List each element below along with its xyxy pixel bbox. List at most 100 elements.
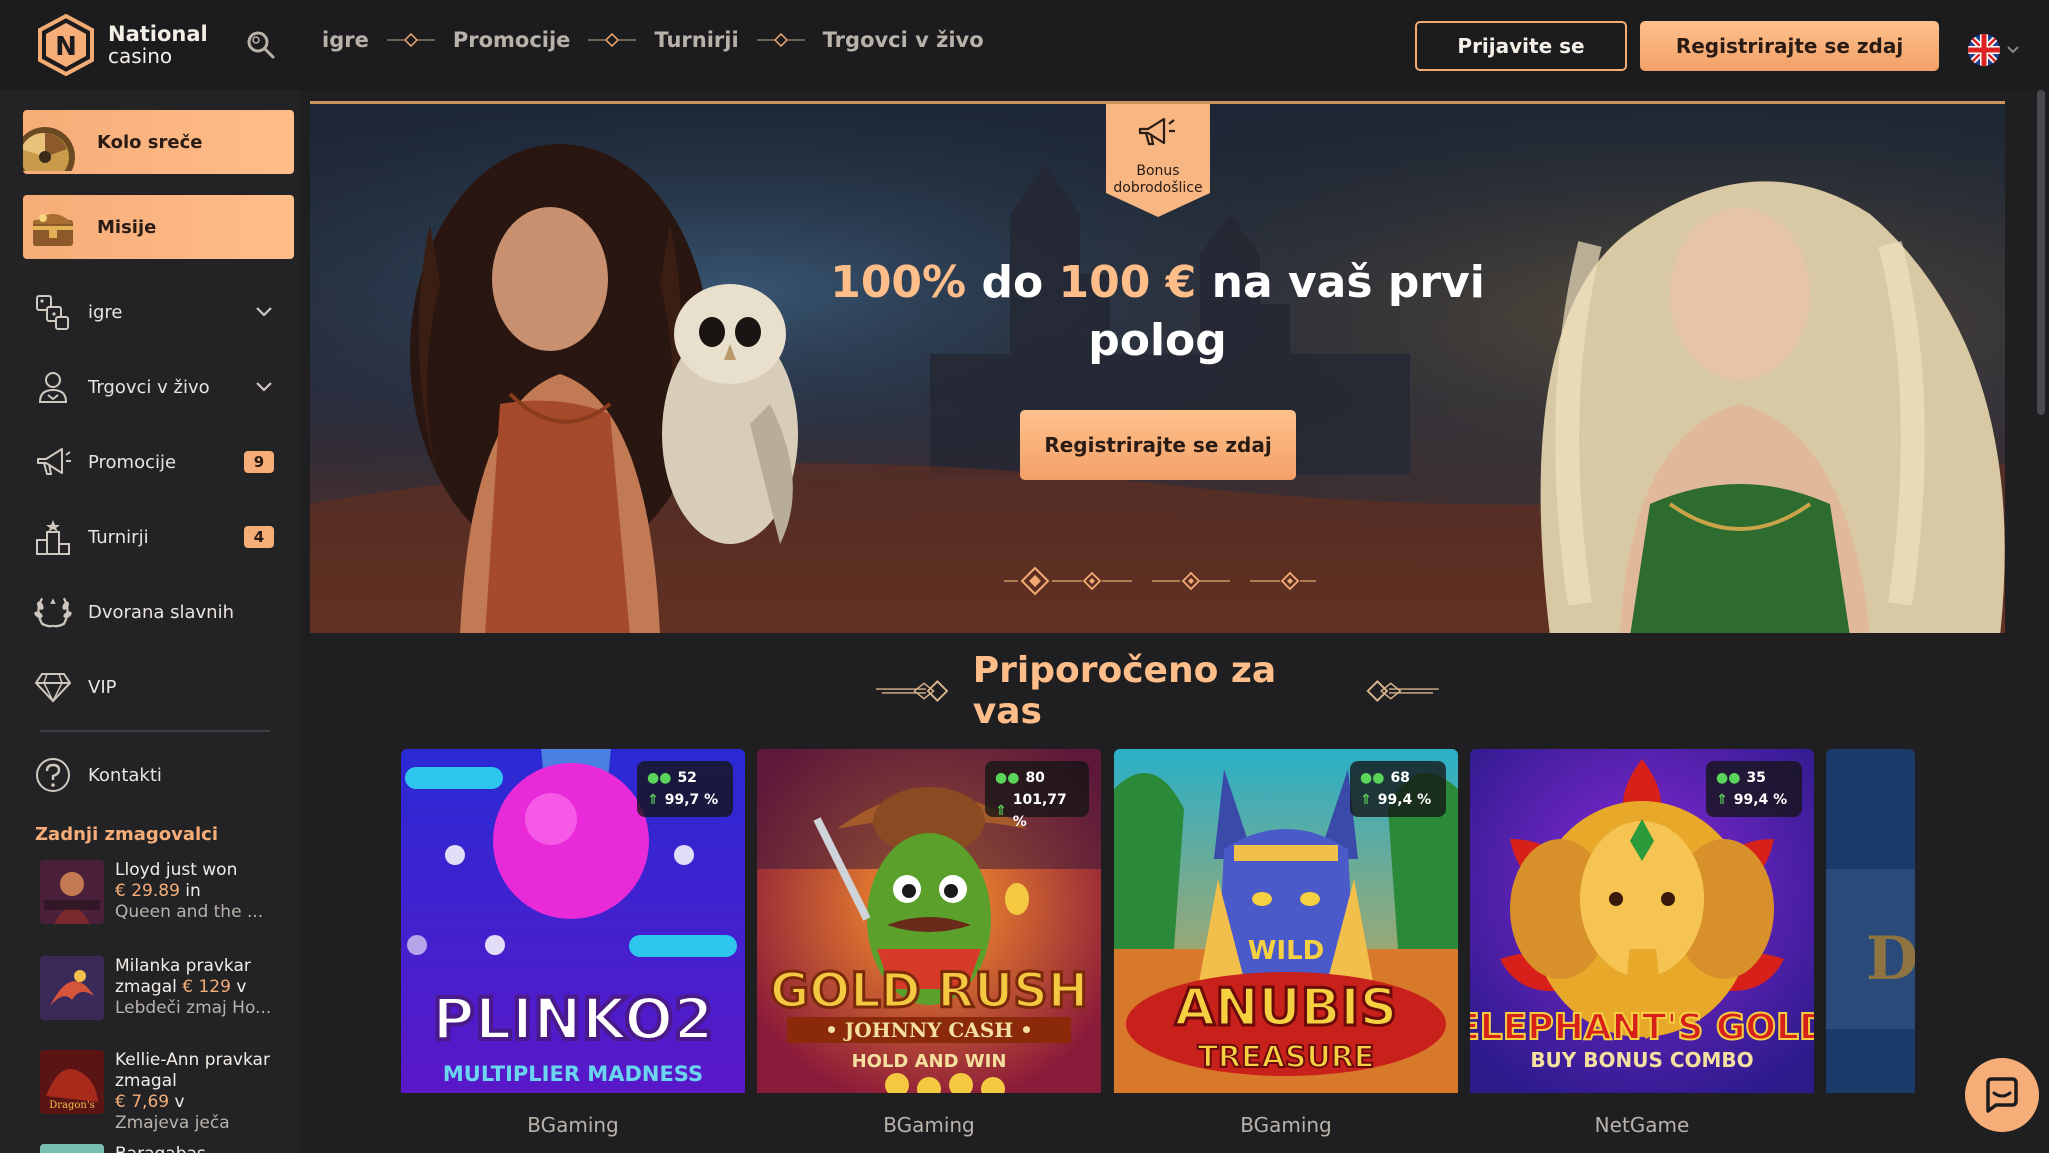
banner-register-button[interactable]: Registrirajte se zdaj — [1020, 410, 1296, 480]
sidebar-item-label: Promocije — [88, 451, 177, 473]
promotions-count-badge: 9 — [244, 451, 274, 473]
games-icon — [33, 292, 73, 332]
nav-link-promotions[interactable]: Promocije — [453, 28, 571, 52]
game-provider: NetGame — [1594, 1113, 1690, 1137]
nav-link-tournaments[interactable]: Turnirji — [654, 28, 738, 52]
sidebar-item-live-dealers[interactable]: Trgovci v živo — [23, 359, 286, 415]
language-selector[interactable] — [1968, 34, 2020, 66]
players-icon: ●● — [647, 770, 672, 786]
chevron-down-icon[interactable] — [254, 305, 274, 319]
sidebar-item-games[interactable]: igre — [23, 284, 286, 340]
players-icon: ●● — [1360, 770, 1385, 786]
svg-text:BUY BONUS COMBO: BUY BONUS COMBO — [1530, 1048, 1753, 1072]
game-card[interactable]: WILD ANUBIS TREASURE ●● 68 ⇑ 99,4 % BGamin… — [1114, 749, 1458, 1153]
page-scrollbar[interactable] — [2037, 90, 2045, 415]
diamond-separator-icon — [588, 33, 637, 47]
nav-link-live-dealers[interactable]: Trgovci v živo — [823, 28, 984, 52]
game-art-title: GOLD RUSH — [770, 963, 1088, 1019]
game-card[interactable]: ELEPHANT'S GOLD BUY BONUS COMBO ●● 35 ⇑ 99… — [1470, 749, 1814, 1153]
game-card[interactable]: GOLD RUSH • JOHNNY CASH • HOLD AND WIN ●… — [757, 749, 1101, 1153]
sidebar-divider — [40, 730, 270, 732]
sidebar: Kolo sreče Misije igre Trgovci v živo Pr… — [0, 90, 300, 1153]
game-card-partial[interactable]: D — [1826, 749, 1915, 1153]
game-thumbnail[interactable]: GOLD RUSH • JOHNNY CASH • HOLD AND WIN ●… — [757, 749, 1101, 1093]
live-dealer-icon — [33, 367, 73, 407]
wheel-of-fortune-icon — [23, 127, 75, 171]
winner-item[interactable]: Baragabas — [40, 1144, 285, 1153]
game-thumbnail[interactable]: PLINKO2 MULTIPLIER MADNESS ●● 52 ⇑ 99,7 % — [401, 749, 745, 1093]
game-stats: ●● 80 ⇑ 101,77 % — [985, 761, 1089, 830]
register-button[interactable]: Registrirajte se zdaj — [1640, 21, 1939, 71]
svg-text:D: D — [1866, 924, 1915, 994]
ornament-left-icon — [876, 680, 949, 702]
winner-item[interactable]: Dragon's Kellie-Ann pravkar zmagal € 7,6… — [40, 1050, 285, 1134]
carousel-dot-active[interactable] — [1020, 566, 1050, 596]
game-thumbnail — [40, 1144, 104, 1153]
tournament-icon — [33, 517, 73, 557]
winner-game-link[interactable]: Queen and the ... — [115, 902, 263, 922]
logo-hexagon-icon: N — [38, 14, 94, 76]
chevron-down-icon — [2007, 46, 2019, 54]
chevron-down-icon[interactable] — [254, 380, 274, 394]
live-chat-button[interactable] — [1965, 1058, 2039, 1132]
welcome-bonus-banner[interactable]: Bonus dobrodošlice 100% do 100 € na vaš … — [310, 101, 2005, 633]
sidebar-item-contacts[interactable]: Kontakti — [23, 747, 286, 803]
game-art-title: ELEPHANT'S GOLD — [1470, 1007, 1814, 1048]
missions-button[interactable]: Misije — [23, 195, 294, 259]
players-icon: ●● — [1716, 770, 1741, 786]
game-stats: ●● 68 ⇑ 99,4 % — [1350, 761, 1446, 817]
megaphone-icon — [33, 442, 73, 482]
sidebar-item-vip[interactable]: VIP — [23, 659, 286, 715]
logo-line2: casino — [108, 44, 173, 68]
carousel-dot[interactable] — [1280, 571, 1300, 591]
win-amount: € 7,69 — [115, 1092, 170, 1112]
game-thumbnail — [40, 956, 104, 1020]
game-art-title: PLINKO2 — [432, 985, 714, 1053]
carousel-dot[interactable] — [1082, 571, 1102, 591]
uk-flag-icon — [1968, 34, 2000, 66]
svg-text:• JOHNNY CASH •: • JOHNNY CASH • — [825, 1018, 1033, 1042]
winner-item[interactable]: Lloyd just won € 29.89 in Queen and the … — [40, 860, 285, 924]
svg-text:HOLD AND WIN: HOLD AND WIN — [852, 1051, 1007, 1072]
wheel-of-fortune-label: Kolo sreče — [97, 131, 203, 153]
game-thumbnail[interactable]: D — [1826, 749, 1915, 1093]
sidebar-item-label: VIP — [88, 676, 117, 698]
game-provider: BGaming — [883, 1113, 975, 1137]
game-card[interactable]: PLINKO2 MULTIPLIER MADNESS ●● 52 ⇑ 99,7 % … — [401, 749, 745, 1153]
game-thumbnail[interactable]: WILD ANUBIS TREASURE ●● 68 ⇑ 99,4 % — [1114, 749, 1458, 1093]
game-thumbnail[interactable]: ELEPHANT'S GOLD BUY BONUS COMBO ●● 35 ⇑ 99… — [1470, 749, 1814, 1093]
sidebar-item-label: igre — [88, 301, 123, 323]
main-nav: igre Promocije Turnirji Trgovci v živo — [322, 28, 984, 52]
top-header: N National casino igre Promocije Turnirj… — [0, 0, 2049, 90]
recommended-section-title: Priporočeno za vas — [876, 650, 1439, 732]
nav-link-games[interactable]: igre — [322, 28, 369, 52]
rtp-icon: ⇑ — [1716, 792, 1728, 808]
players-icon: ●● — [995, 770, 1020, 786]
game-provider: BGaming — [527, 1113, 619, 1137]
win-amount: € 129 — [182, 977, 231, 997]
rtp-icon: ⇑ — [647, 792, 659, 808]
sidebar-item-promotions[interactable]: Promocije 9 — [23, 434, 286, 490]
game-thumbnail: Dragon's — [40, 1050, 104, 1114]
logo-line1: National — [108, 22, 208, 46]
game-thumbnail — [40, 860, 104, 924]
login-button[interactable]: Prijavite se — [1415, 21, 1627, 71]
laurel-icon — [33, 592, 73, 632]
search-icon[interactable] — [246, 30, 276, 60]
rtp-icon: ⇑ — [1360, 792, 1372, 808]
site-logo[interactable]: N National casino — [36, 14, 208, 76]
winner-item[interactable]: Milanka pravkar zmagal € 129 v Lebdeči z… — [40, 956, 285, 1020]
winner-game-link[interactable]: Lebdeči zmaj Ho... — [115, 998, 271, 1018]
game-art-title: ANUBIS — [1175, 978, 1397, 1038]
winner-game-link[interactable]: Zmajeva ječa — [115, 1113, 230, 1133]
game-stats: ●● 52 ⇑ 99,7 % — [637, 761, 733, 817]
carousel-dot[interactable] — [1181, 571, 1201, 591]
diamond-separator-icon — [386, 33, 435, 47]
sidebar-item-hall-of-fame[interactable]: Dvorana slavnih — [23, 584, 286, 640]
game-stats: ●● 35 ⇑ 99,4 % — [1706, 761, 1802, 817]
wheel-of-fortune-button[interactable]: Kolo sreče — [23, 110, 294, 174]
svg-text:MULTIPLIER MADNESS: MULTIPLIER MADNESS — [443, 1062, 703, 1086]
svg-text:TREASURE: TREASURE — [1198, 1040, 1375, 1075]
welcome-bonus-tag: Bonus dobrodošlice — [1106, 104, 1210, 221]
sidebar-item-tournaments[interactable]: Turnirji 4 — [23, 509, 286, 565]
